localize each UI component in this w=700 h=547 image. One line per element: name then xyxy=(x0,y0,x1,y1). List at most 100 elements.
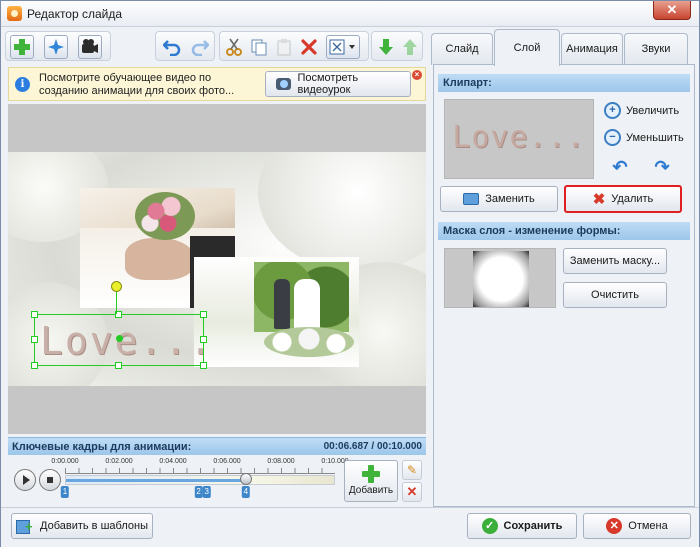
cancel-button[interactable]: ✕ Отмена xyxy=(583,513,691,539)
edit-keyframe-button[interactable]: ✎ xyxy=(402,460,422,480)
replace-clipart-button[interactable]: Заменить xyxy=(440,186,558,212)
rotation-line xyxy=(116,291,117,314)
delete-icon: ✕ xyxy=(406,484,418,499)
rotate-left-icon[interactable]: ↶ xyxy=(611,158,629,176)
zoom-out-icon: − xyxy=(604,129,621,146)
camera-button[interactable] xyxy=(78,35,102,59)
tick-label: 0:02.000 xyxy=(105,458,133,465)
move-up-icon xyxy=(403,39,417,55)
save-button[interactable]: ✓ Сохранить xyxy=(467,513,577,539)
mask-shape xyxy=(473,251,529,307)
title-bar: Редактор слайда ✕ xyxy=(1,1,699,27)
zoom-out-label: Уменьшить xyxy=(626,131,684,144)
keyframe-marker[interactable]: 1 xyxy=(60,486,70,498)
move-up-button[interactable] xyxy=(398,35,422,59)
photo-hands xyxy=(125,238,195,280)
zoom-in-label: Увеличить xyxy=(626,104,680,117)
playhead-slider[interactable] xyxy=(239,473,252,485)
add-keyframe-label: Добавить xyxy=(348,485,394,496)
keyframes-title: Ключевые кадры для анимации: xyxy=(12,441,192,453)
save-label: Сохранить xyxy=(503,520,563,532)
delete-button[interactable] xyxy=(297,35,321,59)
slide-canvas[interactable]: Love... xyxy=(8,152,426,386)
anchor-point[interactable] xyxy=(116,335,123,342)
photo-flowers xyxy=(264,327,354,357)
toolbar-group-edit xyxy=(219,31,369,61)
resize-handle[interactable] xyxy=(200,336,207,343)
timeline-track[interactable] xyxy=(65,475,335,485)
add-icon xyxy=(14,39,30,55)
resize-handle[interactable] xyxy=(200,311,207,318)
delete-icon xyxy=(301,39,317,55)
add-keyframe-button[interactable]: Добавить xyxy=(344,460,398,502)
undo-button[interactable] xyxy=(160,35,184,59)
tick-label: 0:08.000 xyxy=(267,458,295,465)
info-close-icon[interactable]: × xyxy=(412,70,422,80)
keyframe-marker[interactable]: 4 xyxy=(241,486,251,498)
cut-icon xyxy=(226,38,242,56)
keyframe-marker[interactable]: 3 xyxy=(202,486,211,498)
play-button[interactable] xyxy=(14,469,36,491)
move-down-icon xyxy=(379,39,393,55)
stop-button[interactable] xyxy=(39,469,61,491)
redo-button[interactable] xyxy=(188,35,212,59)
add-layer-button[interactable] xyxy=(10,35,34,59)
replace-icon xyxy=(463,193,480,205)
rotate-right-icon[interactable]: ↷ xyxy=(653,158,671,176)
paste-button[interactable] xyxy=(272,35,296,59)
resize-handle[interactable] xyxy=(31,311,38,318)
info-text: Посмотрите обучающее видео по созданию а… xyxy=(39,72,235,97)
tab-sounds[interactable]: Звуки xyxy=(624,33,688,65)
photo-bouquet xyxy=(135,192,195,240)
tick-label: 0:06.000 xyxy=(213,458,241,465)
redo-icon xyxy=(191,40,209,56)
keyframes-header: Ключевые кадры для анимации: 00:06.687 /… xyxy=(8,437,426,455)
resize-handle[interactable] xyxy=(31,336,38,343)
replace-mask-label: Заменить маску... xyxy=(569,255,661,267)
effects-icon xyxy=(48,39,64,55)
footer-bar: Добавить в шаблоны ✓ Сохранить ✕ Отмена xyxy=(1,507,699,547)
photo-groom xyxy=(274,279,290,329)
resize-handle[interactable] xyxy=(115,362,122,369)
add-to-templates-label: Добавить в шаблоны xyxy=(40,520,148,532)
photo-bride xyxy=(294,279,320,333)
watch-tutorial-button[interactable]: Посмотреть видеоурок xyxy=(265,71,411,97)
fit-icon xyxy=(329,39,355,55)
replace-mask-button[interactable]: Заменить маску... xyxy=(563,248,667,274)
resize-handle[interactable] xyxy=(31,362,38,369)
tab-slide[interactable]: Слайд xyxy=(431,33,493,65)
cancel-icon: ✕ xyxy=(606,518,623,534)
mask-preview xyxy=(444,248,556,308)
background-rose xyxy=(258,152,426,272)
properties-tabs: Слайд Слой Анимация Звуки xyxy=(431,29,695,66)
add-icon xyxy=(362,465,380,483)
webcam-icon xyxy=(276,78,292,90)
mask-header: Маска слоя - изменение формы: xyxy=(438,222,690,240)
tab-layer[interactable]: Слой xyxy=(494,29,560,66)
template-add-icon xyxy=(16,518,34,534)
delete-keyframe-button[interactable]: ✕ xyxy=(402,482,422,502)
clear-mask-button[interactable]: Очистить xyxy=(563,282,667,308)
cut-button[interactable] xyxy=(222,35,246,59)
copy-icon xyxy=(251,39,267,56)
timeline-progress xyxy=(66,479,247,482)
rotation-handle[interactable] xyxy=(111,281,122,292)
wedding-photo-couple[interactable] xyxy=(194,257,359,367)
fit-dropdown-button[interactable] xyxy=(326,35,360,59)
toolbar-group-order xyxy=(371,31,423,61)
add-to-templates-button[interactable]: Добавить в шаблоны xyxy=(11,513,153,539)
move-down-button[interactable] xyxy=(374,35,398,59)
copy-button[interactable] xyxy=(247,35,271,59)
zoom-in-button[interactable]: + Увеличить xyxy=(604,102,679,119)
tab-animation[interactable]: Анимация xyxy=(561,33,623,65)
window-close-button[interactable]: ✕ xyxy=(653,1,691,20)
zoom-out-button[interactable]: − Уменьшить xyxy=(604,129,684,146)
pencil-icon: ✎ xyxy=(406,463,418,477)
resize-handle[interactable] xyxy=(200,362,207,369)
delete-clipart-button[interactable]: ✖ Удалить xyxy=(564,185,682,213)
cancel-label: Отмена xyxy=(628,520,668,532)
delete-clipart-label: Удалить xyxy=(611,193,654,205)
tick-label: 0:04.000 xyxy=(159,458,187,465)
window-title: Редактор слайда xyxy=(27,7,123,21)
effects-button[interactable] xyxy=(44,35,68,59)
